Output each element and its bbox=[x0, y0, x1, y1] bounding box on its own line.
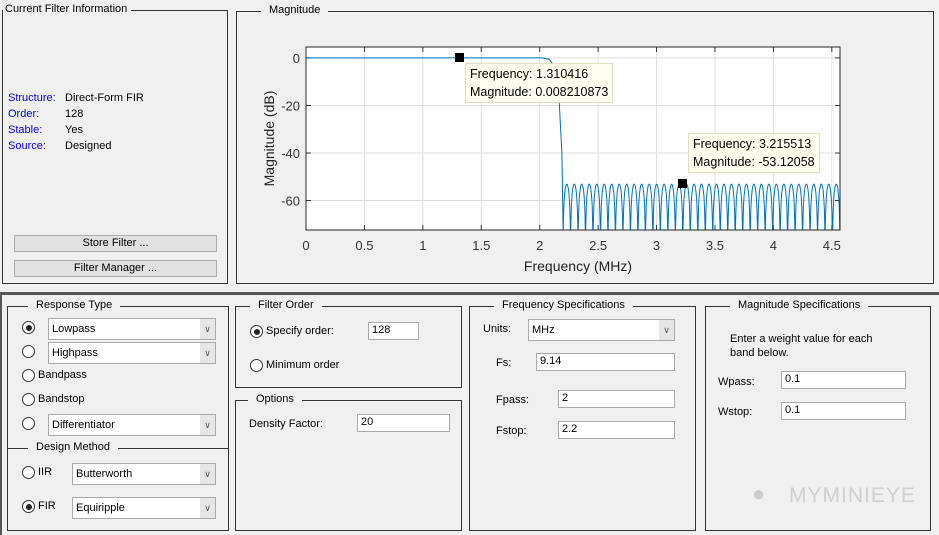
chevron-down-icon: ∨ bbox=[200, 319, 215, 339]
fstop-label: Fstop: bbox=[496, 425, 527, 437]
x-tick-label: 1.5 bbox=[472, 238, 490, 253]
section-divider bbox=[0, 292, 939, 295]
chevron-down-icon: ∨ bbox=[200, 343, 215, 363]
bandpass-label[interactable]: Bandpass bbox=[38, 369, 87, 381]
chevron-down-icon: ∨ bbox=[200, 498, 215, 518]
wstop-label: Wstop: bbox=[718, 406, 753, 418]
differentiator-radio[interactable] bbox=[22, 417, 35, 430]
units-select[interactable]: MHz ∨ bbox=[528, 319, 675, 341]
highpass-select[interactable]: Highpass ∨ bbox=[48, 342, 216, 364]
wpass-label: Wpass: bbox=[718, 376, 755, 388]
fs-label: Fs: bbox=[496, 357, 512, 369]
wpass-input[interactable]: 0.1 bbox=[781, 371, 906, 389]
watermark: MYMINIEYE bbox=[789, 484, 916, 507]
panel-title: Frequency Specifications bbox=[494, 299, 633, 311]
x-tick-label: 3.5 bbox=[706, 238, 724, 253]
y-tick-label: 0 bbox=[293, 51, 300, 66]
x-tick-label: 2 bbox=[536, 238, 543, 253]
density-factor-label: Density Factor: bbox=[249, 418, 323, 430]
select-value: Lowpass bbox=[52, 323, 96, 335]
x-tick-label: 3 bbox=[653, 238, 660, 253]
minimum-order-radio[interactable] bbox=[250, 359, 263, 372]
weight-description: band below. bbox=[730, 347, 789, 359]
lowpass-select[interactable]: Lowpass ∨ bbox=[48, 318, 216, 340]
y-tick-label: -60 bbox=[281, 194, 300, 209]
x-tick-label: 0 bbox=[302, 238, 309, 253]
x-tick-label: 2.5 bbox=[589, 238, 607, 253]
y-tick-label: -20 bbox=[281, 98, 300, 113]
iir-radio[interactable] bbox=[22, 466, 35, 479]
x-tick-label: 4 bbox=[770, 238, 777, 253]
specify-order-label[interactable]: Specify order: bbox=[266, 325, 334, 337]
datatip-2: Frequency: 3.215513 Magnitude: -53.12058 bbox=[688, 133, 820, 173]
x-tick-label: 1 bbox=[419, 238, 426, 253]
bandpass-radio[interactable] bbox=[22, 369, 35, 382]
wechat-logo-icon: ● bbox=[752, 481, 766, 506]
select-value: MHz bbox=[532, 324, 555, 336]
fpass-input[interactable]: 2 bbox=[558, 390, 675, 408]
panel-title: Filter Order bbox=[250, 299, 322, 311]
highpass-radio[interactable] bbox=[22, 345, 35, 358]
section-border-left bbox=[0, 292, 2, 535]
wstop-input[interactable]: 0.1 bbox=[781, 402, 906, 420]
fir-radio[interactable] bbox=[22, 500, 35, 513]
weight-description: Enter a weight value for each bbox=[730, 333, 873, 345]
select-value: Butterworth bbox=[76, 468, 133, 480]
filter-order-panel: Filter Order bbox=[235, 299, 462, 388]
fir-label[interactable]: FIR bbox=[38, 500, 56, 512]
fs-input[interactable]: 9.14 bbox=[536, 353, 675, 371]
y-tick-label: -40 bbox=[281, 146, 300, 161]
chevron-down-icon: ∨ bbox=[200, 464, 215, 484]
datatip-1: Frequency: 1.310416 Magnitude: 0.0082108… bbox=[465, 63, 614, 103]
bandstop-radio[interactable] bbox=[22, 393, 35, 406]
select-value: Equiripple bbox=[76, 502, 125, 514]
datatip-frequency: Frequency: 1.310416 bbox=[470, 67, 589, 81]
minimum-order-label[interactable]: Minimum order bbox=[266, 359, 339, 371]
fpass-label: Fpass: bbox=[496, 394, 530, 406]
datatip-marker-2[interactable] bbox=[678, 179, 687, 188]
density-factor-input[interactable]: 20 bbox=[357, 414, 450, 432]
panel-title: Design Method bbox=[28, 441, 118, 453]
fstop-input[interactable]: 2.2 bbox=[558, 421, 675, 439]
differentiator-select[interactable]: Differentiator ∨ bbox=[48, 414, 216, 436]
panel-title: Response Type bbox=[28, 299, 121, 311]
specify-order-radio[interactable] bbox=[250, 325, 263, 338]
iir-method-select[interactable]: Butterworth ∨ bbox=[72, 463, 216, 485]
chevron-down-icon: ∨ bbox=[200, 415, 215, 435]
select-value: Differentiator bbox=[52, 419, 115, 431]
bandstop-label[interactable]: Bandstop bbox=[38, 393, 84, 405]
datatip-magnitude: Magnitude: 0.008210873 bbox=[470, 85, 609, 99]
x-axis-label: Frequency (MHz) bbox=[524, 258, 632, 274]
lowpass-radio[interactable] bbox=[22, 321, 35, 334]
datatip-frequency: Frequency: 3.215513 bbox=[693, 137, 812, 151]
order-input[interactable]: 128 bbox=[368, 322, 419, 340]
chevron-down-icon: ∨ bbox=[659, 320, 674, 340]
panel-title: Options bbox=[248, 393, 302, 405]
iir-label[interactable]: IIR bbox=[38, 466, 52, 478]
select-value: Highpass bbox=[52, 347, 98, 359]
fir-method-select[interactable]: Equiripple ∨ bbox=[72, 497, 216, 519]
datatip-marker-1[interactable] bbox=[455, 53, 464, 62]
panel-title: Magnitude Specifications bbox=[730, 299, 869, 311]
datatip-magnitude: Magnitude: -53.12058 bbox=[693, 155, 815, 169]
units-label: Units: bbox=[483, 323, 512, 335]
x-tick-label: 4.5 bbox=[823, 238, 841, 253]
x-tick-label: 0.5 bbox=[355, 238, 373, 253]
y-axis-label: Magnitude (dB) bbox=[261, 91, 277, 187]
